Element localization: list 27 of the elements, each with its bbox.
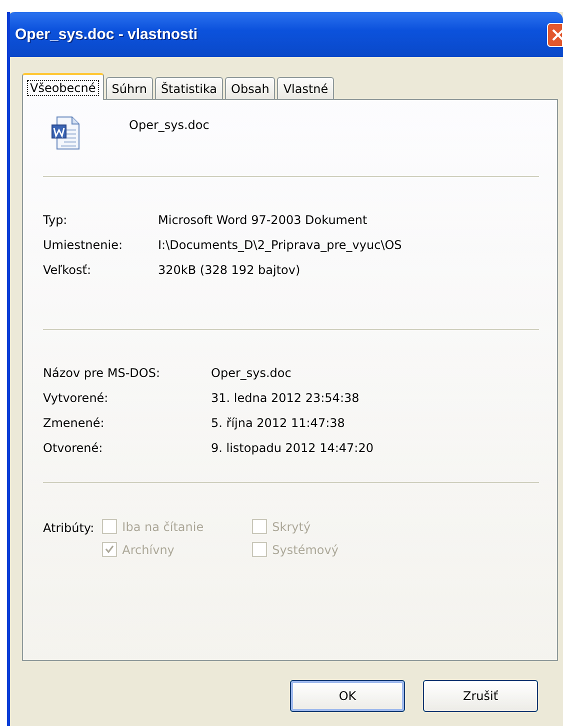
- word-document-icon: [51, 116, 81, 150]
- tab[interactable]: Súhrn: [106, 77, 153, 99]
- property-label: Typ:: [43, 212, 68, 229]
- property-label: Vytvorené:: [43, 390, 110, 407]
- window-title: Oper_sys.doc - vlastnosti: [15, 26, 198, 43]
- property-label: Otvorené:: [43, 440, 104, 457]
- file-name: Oper_sys.doc: [129, 118, 210, 132]
- check-icon: [104, 544, 116, 555]
- property-value: Microsoft Word 97-2003 Dokument: [158, 212, 368, 229]
- ok-button[interactable]: OK: [290, 680, 405, 712]
- property-value: 320kB (328 192 bajtov): [158, 262, 302, 279]
- property-label: Zmenené:: [43, 415, 106, 432]
- tab[interactable]: Obsah: [225, 77, 276, 99]
- close-button[interactable]: [547, 22, 563, 46]
- property-value: I:\Documents_D\2_Priprava_pre_vyuc\OS: [158, 237, 403, 254]
- property-value: 9. listopadu 2012 14:47:20: [211, 440, 374, 457]
- cancel-button[interactable]: Zrušiť: [423, 680, 538, 712]
- property-value: Oper_sys.doc: [211, 365, 292, 382]
- property-label: Veľkosť:: [43, 262, 92, 279]
- property-value: 31. ledna 2012 23:54:38: [211, 390, 360, 407]
- property-value: 5. října 2012 11:47:38: [211, 415, 346, 432]
- property-label: Umiestnenie:: [43, 237, 124, 254]
- tab[interactable]: Všeobecné: [22, 73, 104, 100]
- tab[interactable]: Štatistika: [154, 77, 224, 99]
- attributes-label: Atribúty:: [43, 520, 94, 537]
- tab[interactable]: Vlastné: [277, 77, 334, 99]
- property-label: Názov pre MS-DOS:: [43, 365, 162, 382]
